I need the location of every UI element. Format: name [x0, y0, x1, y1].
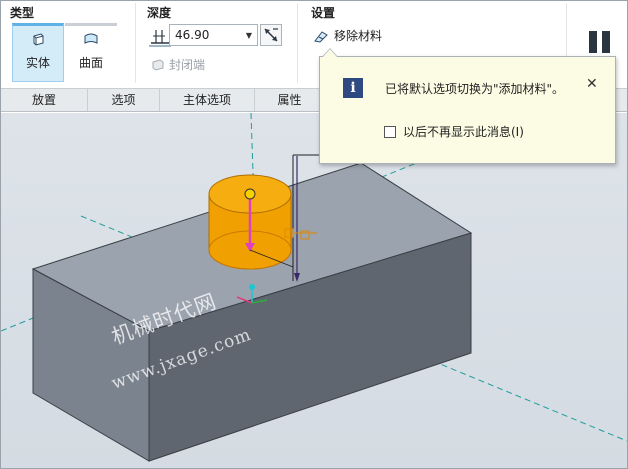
- cap-ends-icon: [152, 58, 164, 71]
- solid-button[interactable]: 实体: [12, 23, 64, 82]
- depth-value-input[interactable]: 46.90 ▼: [169, 24, 258, 46]
- remove-material-option[interactable]: 移除材料: [313, 27, 382, 44]
- triad-y-tip: [249, 284, 255, 290]
- cap-ends-option[interactable]: 封闭端: [151, 56, 205, 73]
- pause-button[interactable]: [589, 31, 613, 53]
- tab-placement[interactable]: 放置: [1, 89, 88, 111]
- group-divider: [135, 3, 136, 83]
- flip-direction-icon: [264, 28, 278, 42]
- tab-properties[interactable]: 属性: [255, 89, 325, 111]
- depth-blind-icon[interactable]: [149, 27, 171, 47]
- chevron-down-icon[interactable]: ▼: [246, 31, 252, 40]
- surface-label: 曲面: [78, 56, 103, 70]
- depth-value: 46.90: [175, 28, 210, 42]
- solid-label: 实体: [25, 56, 50, 70]
- remove-material-icon: [314, 30, 328, 43]
- tab-body-options[interactable]: 主体选项: [160, 89, 255, 111]
- popup-pointer: [322, 48, 338, 57]
- notification-popup: i 已将默认选项切换为"添加材料"。 ✕ 以后不再显示此消息(I): [319, 48, 616, 164]
- info-icon: i: [343, 78, 363, 98]
- cap-ends-label: 封闭端: [169, 58, 206, 72]
- surface-icon: [84, 33, 98, 44]
- popup-message: 已将默认选项切换为"添加材料"。: [385, 82, 565, 96]
- remove-material-label: 移除材料: [334, 29, 383, 43]
- app-window: 类型 实体 曲面 深度 46.90 ▼ 封闭端 设置 移除材料 放置 选项 主体…: [0, 0, 628, 469]
- surface-button[interactable]: 曲面: [65, 23, 117, 82]
- close-icon[interactable]: ✕: [586, 76, 598, 92]
- pause-icon-bar: [602, 31, 610, 53]
- dont-show-again-option[interactable]: 以后不再显示此消息(I): [384, 123, 524, 140]
- graphics-viewport[interactable]: 机械时代网 www.jxage.com: [1, 113, 627, 468]
- flip-direction-button[interactable]: [260, 24, 282, 46]
- settings-group-title: 设置: [311, 6, 336, 20]
- depth-drag-handle[interactable]: [244, 188, 256, 200]
- tab-options[interactable]: 选项: [88, 89, 160, 111]
- depth-group-title: 深度: [147, 6, 172, 20]
- solid-icon: [33, 33, 44, 46]
- dont-show-again-checkbox[interactable]: [384, 125, 396, 138]
- dont-show-again-label: 以后不再显示此消息(I): [403, 125, 524, 139]
- model-scene: [1, 113, 627, 462]
- pause-icon: [589, 31, 597, 53]
- group-divider: [297, 3, 298, 83]
- type-group-title: 类型: [10, 6, 35, 20]
